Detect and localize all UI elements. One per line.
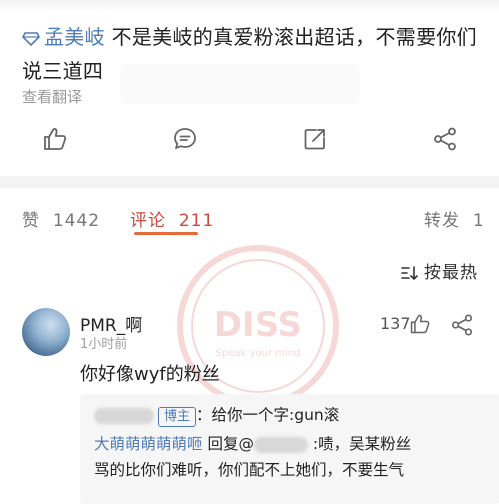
tab-comments[interactable]: 评论 211 xyxy=(130,206,214,231)
tab-likes-label: 赞 xyxy=(22,211,40,231)
tab-likes[interactable]: 赞 1442 xyxy=(22,206,100,231)
reply-2-author[interactable]: 大萌萌萌萌萌咂 xyxy=(94,435,203,453)
comment-like-count: 137 xyxy=(380,314,411,333)
sort-icon xyxy=(401,266,418,280)
reply-box[interactable]: 博主 ：给你一个字:gun滚 大萌萌萌萌萌咂 回复@ :啧，吴某粉丝 骂的比你们难… xyxy=(80,394,499,504)
sort-label: 按最热 xyxy=(424,263,478,283)
watermark-text: DISS xyxy=(214,305,302,345)
tab-comments-label: 评论 xyxy=(130,211,166,231)
repost-icon[interactable] xyxy=(302,126,328,152)
watermark-subtext: Speak your mind xyxy=(216,348,301,359)
post-text-line-1: 孟美岐 不是美岐的真爱粉滚出超话，不需要你们 xyxy=(22,20,479,54)
reply-1: 博主 ：给你一个字:gun滚 xyxy=(94,402,339,428)
avatar[interactable] xyxy=(22,308,70,356)
mention-name[interactable]: 孟美岐 xyxy=(44,25,105,49)
tab-reposts[interactable]: 转发 1 xyxy=(424,206,485,231)
translate-link[interactable]: 查看翻译 xyxy=(22,86,82,107)
blurred-username xyxy=(253,436,308,453)
reply-2-action: 回复@ xyxy=(202,435,254,453)
blurred-username xyxy=(94,407,154,424)
author-badge: 博主 xyxy=(158,407,197,427)
tab-bar: 赞 1442 评论 211 转发 1 xyxy=(0,200,499,235)
like-icon[interactable] xyxy=(42,126,68,152)
comment-share-icon[interactable] xyxy=(450,313,474,337)
action-bar xyxy=(0,118,499,162)
sort-button[interactable]: 按最热 xyxy=(400,258,478,283)
reply-1-text: ：给你一个字:gun滚 xyxy=(196,406,340,424)
comment-time: 1小时前 xyxy=(80,337,128,352)
post-text: 不是美岐的真爱粉滚出超话，不需要你们 xyxy=(104,25,477,49)
share-icon[interactable] xyxy=(432,126,458,152)
reply-3: 骂的比你们难听，你们配不上她们，不要生气 xyxy=(94,461,405,479)
reply-2-text: :啧，吴某粉丝 xyxy=(307,435,412,453)
section-divider xyxy=(0,176,499,188)
top-fade xyxy=(0,0,499,12)
tab-reposts-label: 转发 xyxy=(424,211,460,231)
blurred-area xyxy=(120,64,360,104)
comment-text: 你好像wyf的粉丝 xyxy=(80,364,220,385)
mention-link[interactable]: 孟美岐 xyxy=(22,25,105,49)
reply-2: 大萌萌萌萌萌咂 回复@ :啧，吴某粉丝 xyxy=(94,431,411,457)
comment-icon[interactable] xyxy=(172,126,198,152)
tab-active-underline xyxy=(134,232,198,235)
tab-comments-count: 211 xyxy=(178,211,215,231)
comment-like-icon[interactable] xyxy=(409,313,431,335)
tab-reposts-count: 1 xyxy=(472,211,485,231)
diamond-icon xyxy=(22,31,40,46)
tab-likes-count: 1442 xyxy=(52,211,101,231)
